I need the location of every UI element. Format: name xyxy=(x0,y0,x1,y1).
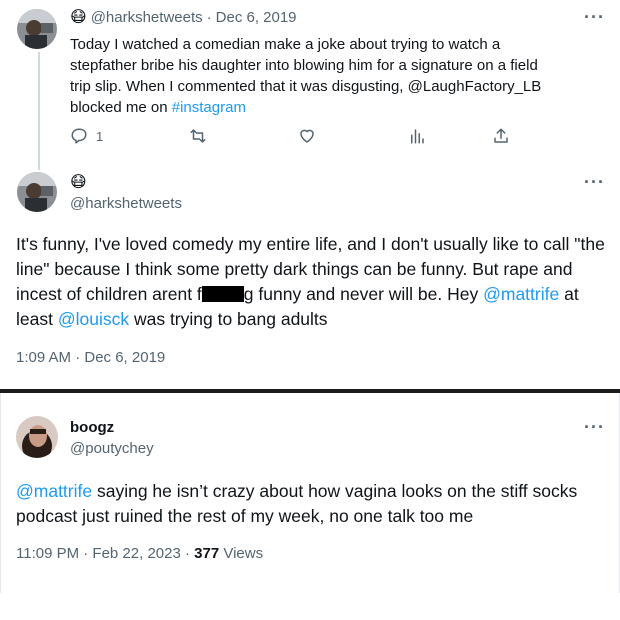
tweet-actions: 1 xyxy=(70,127,530,149)
tweet-timestamp[interactable]: 1:09 AM · Dec 6, 2019 xyxy=(16,349,165,366)
views-button[interactable] xyxy=(408,127,426,145)
reply-icon xyxy=(71,128,87,144)
handle[interactable]: @harkshetweets xyxy=(70,195,182,212)
timestamp-text: 11:09 PM · Feb 22, 2023 · xyxy=(16,545,195,562)
like-button[interactable] xyxy=(298,127,316,145)
tweet-date[interactable]: Dec 6, 2019 xyxy=(216,9,297,27)
hashtag-link[interactable]: #instagram xyxy=(172,99,246,116)
redaction-box xyxy=(201,286,244,302)
avatar[interactable] xyxy=(17,172,57,212)
avatar[interactable] xyxy=(16,416,58,458)
separator: · xyxy=(206,9,212,26)
tweet-timestamp[interactable]: 11:09 PM · Feb 22, 2023 · 377 Views xyxy=(16,545,263,562)
mask-emoji-icon: 😷 xyxy=(70,9,87,26)
retweet-button[interactable] xyxy=(188,127,208,145)
more-options-icon[interactable]: ··· xyxy=(584,418,605,436)
views-label: Views xyxy=(219,545,264,562)
reply-button[interactable]: 1 xyxy=(70,127,103,145)
more-options-icon[interactable]: ··· xyxy=(584,8,605,26)
mention-link[interactable]: @louisck xyxy=(58,309,129,329)
tweet-body-part: was trying to bang adults xyxy=(129,309,328,329)
mask-emoji-icon: 😷 xyxy=(70,174,87,191)
thread-line xyxy=(38,52,40,170)
like-icon xyxy=(300,129,314,143)
retweet-icon xyxy=(190,129,206,143)
handle[interactable]: @harkshetweets xyxy=(91,9,203,27)
more-options-icon[interactable]: ··· xyxy=(584,173,605,191)
share-button[interactable] xyxy=(492,127,510,145)
mention-link[interactable]: @mattrife xyxy=(16,481,92,501)
mention-link[interactable]: @mattrife xyxy=(483,284,559,304)
tweet-header: 😷 @harkshetweets · Dec 6, 2019 xyxy=(70,9,297,27)
tweet-text: Today I watched a comedian make a joke a… xyxy=(70,34,550,118)
tweet-text: It's funny, I've loved comedy my entire … xyxy=(16,232,616,332)
tweet-body: saying he isn’t crazy about how vagina l… xyxy=(16,481,578,526)
reply-count: 1 xyxy=(96,128,104,144)
tweet-text: @mattrife saying he isn’t crazy about ho… xyxy=(16,479,616,529)
share-icon xyxy=(494,128,508,143)
views-count: 377 xyxy=(194,545,220,562)
tweet-body: Today I watched a comedian make a joke a… xyxy=(70,36,542,116)
tweet-body-part: g funny and never will be. Hey xyxy=(243,284,484,304)
display-name[interactable]: boogz xyxy=(70,419,114,436)
views-icon xyxy=(411,129,424,144)
avatar[interactable] xyxy=(17,9,57,49)
handle[interactable]: @poutychey xyxy=(70,440,154,457)
